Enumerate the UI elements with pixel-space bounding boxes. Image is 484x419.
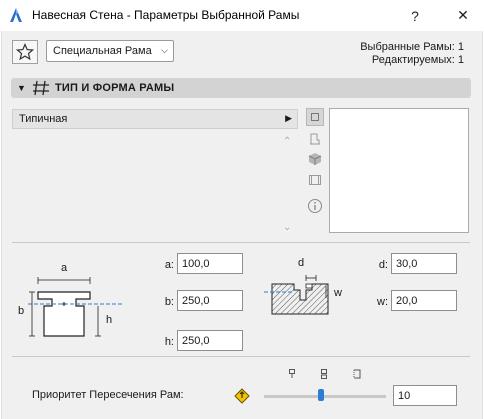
title-bar: Навесная Стена - Параметры Выбранной Рам… — [0, 0, 484, 31]
close-button[interactable]: ✕ — [446, 0, 480, 31]
frame-style-selector[interactable]: Типичная ▶ — [12, 109, 298, 129]
priority-warning-icon — [234, 388, 250, 404]
chevron-right-icon: ▶ — [285, 113, 292, 123]
frame-icon — [33, 80, 49, 96]
frame-type-value: Специальная Рама — [53, 45, 152, 57]
field-label-w: w: — [377, 296, 388, 308]
collapse-triangle-icon: ▼ — [17, 83, 26, 93]
frame-profile-diagram — [28, 277, 124, 337]
star-icon — [16, 43, 34, 61]
frame-preview-pane — [329, 108, 469, 233]
close-icon: ✕ — [457, 7, 469, 23]
h-input[interactable]: 250,0 — [177, 330, 243, 351]
frame-style-value: Типичная — [19, 113, 68, 125]
section-header-frame-type[interactable]: ▼ ТИП И ФОРМА РАМЫ — [11, 78, 471, 98]
a-input[interactable]: 100,0 — [177, 253, 243, 274]
profile-icon[interactable] — [306, 130, 324, 148]
scroll-up-icon[interactable]: ⌃ — [283, 136, 291, 147]
section-title: ТИП И ФОРМА РАМЫ — [55, 82, 175, 94]
d-input[interactable]: 30,0 — [391, 253, 457, 274]
scroll-down-icon[interactable]: ⌄ — [283, 222, 291, 233]
field-label-a: a: — [164, 259, 174, 271]
square-icon[interactable] — [306, 108, 324, 126]
priority-high-icon — [353, 369, 361, 379]
field-label-d: d: — [378, 259, 388, 271]
frame-type-dropdown[interactable]: Специальная Рама ⌵ — [46, 40, 174, 62]
b-input[interactable]: 250,0 — [177, 290, 243, 311]
diagram-label-a: a — [61, 262, 68, 274]
cube-icon[interactable] — [306, 150, 324, 168]
film-icon[interactable] — [306, 171, 324, 189]
priority-mid-icon — [321, 369, 327, 379]
w-input[interactable]: 20,0 — [391, 290, 457, 311]
selected-frames-count: Выбранные Рамы: 1 — [360, 41, 464, 53]
divider — [12, 356, 470, 357]
window-title: Навесная Стена - Параметры Выбранной Рам… — [32, 8, 300, 22]
diagram-label-b: b — [18, 305, 25, 317]
divider — [12, 242, 470, 243]
priority-slider-thumb[interactable] — [318, 389, 325, 401]
field-label-h: h: — [164, 336, 174, 348]
help-icon: ? — [411, 7, 419, 24]
field-label-b: b: — [164, 296, 174, 308]
archicad-app-icon — [10, 8, 22, 22]
priority-label: Приоритет Пересечения Рам: — [32, 389, 184, 401]
priority-low-icon — [289, 369, 295, 378]
help-button[interactable]: ? — [398, 0, 432, 31]
favorites-button[interactable] — [12, 40, 38, 64]
diagram-label-h: h — [106, 314, 113, 326]
editable-frames-count: Редактируемых: 1 — [371, 54, 464, 66]
diagram-label-w: w — [334, 287, 342, 299]
chevron-down-icon: ⌵ — [161, 45, 168, 55]
info-icon[interactable] — [306, 197, 324, 215]
priority-input[interactable]: 10 — [393, 385, 457, 406]
priority-slider-track[interactable] — [264, 395, 386, 398]
diagram-label-d: d — [298, 257, 305, 269]
